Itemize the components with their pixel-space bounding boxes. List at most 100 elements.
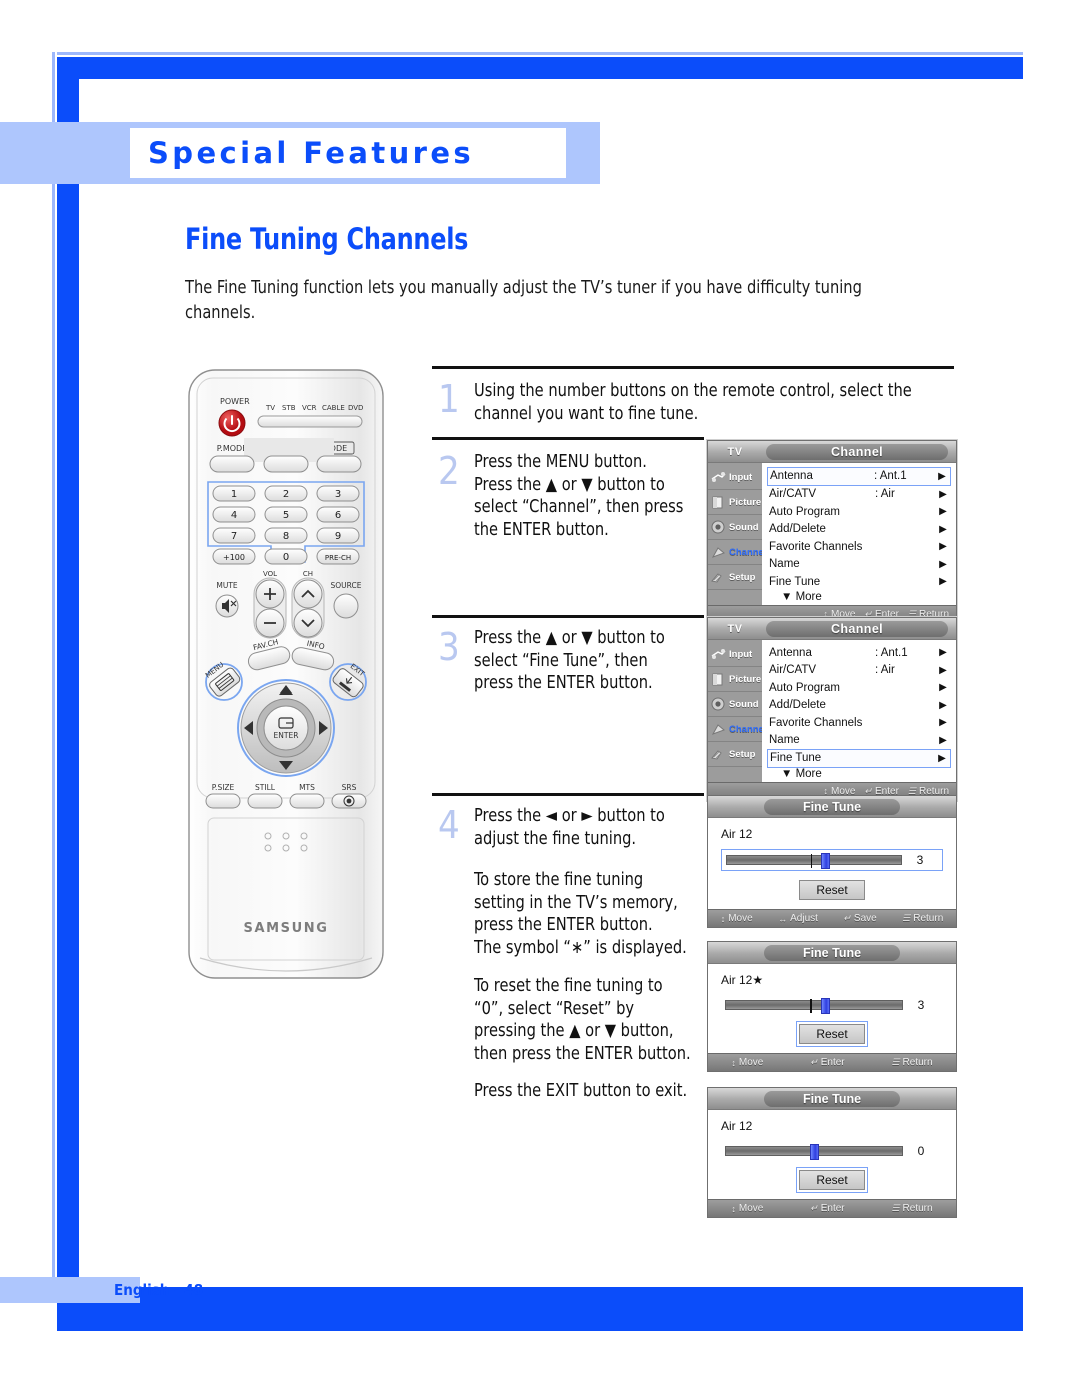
slider-thumb[interactable]	[821, 998, 831, 1014]
svg-text:P.SIZE: P.SIZE	[212, 783, 235, 792]
channel-icon	[710, 721, 727, 738]
row-name: Fine Tune	[770, 752, 822, 765]
row-name: Name	[769, 558, 800, 571]
osd-sidebar: Input Picture Sound Channel Setup	[708, 463, 766, 605]
step-3-number: 3	[438, 625, 460, 669]
fine-tune-titlebar: Fine Tune	[708, 1088, 956, 1110]
channel-label: Air 12	[721, 827, 753, 841]
osd-row-auto-program[interactable]: Auto Program ▶	[767, 503, 951, 521]
svg-text:STILL: STILL	[255, 783, 276, 792]
sidebar-item-setup[interactable]: Setup	[708, 742, 762, 767]
reset-button[interactable]: Reset	[796, 1167, 868, 1193]
hint-label: Return	[902, 1203, 933, 1214]
sidebar-item-picture[interactable]: Picture	[708, 667, 762, 692]
osd-row-name[interactable]: Name ▶	[767, 732, 951, 750]
row-name: Add/Delete	[769, 523, 826, 536]
osd-title-pill: Channel	[766, 621, 948, 637]
row-name: Favorite Channels	[769, 716, 863, 729]
osd-row-add-delete[interactable]: Add/Delete ▶	[767, 697, 951, 715]
reset-button[interactable]: Reset	[799, 880, 865, 900]
fine-tune-slider[interactable]: 3	[721, 849, 943, 871]
reset-button[interactable]: Reset	[796, 1021, 868, 1047]
slider-thumb[interactable]	[820, 853, 830, 869]
fine-tune-slider[interactable]: 0	[721, 1141, 943, 1161]
sidebar-item-setup[interactable]: Setup	[708, 565, 762, 590]
osd-titlebar: TV Channel	[708, 618, 956, 640]
osd-row-add-delete[interactable]: Add/Delete ▶	[767, 521, 951, 539]
sound-icon	[710, 696, 727, 713]
osd-row-air-catv[interactable]: Air/CATV : Air ▶	[767, 486, 951, 504]
channel-icon	[710, 544, 727, 561]
osd-row-antenna[interactable]: Antenna : Ant.1 ▶	[767, 644, 951, 662]
sidebar-item-input[interactable]: Input	[708, 642, 762, 667]
chevron-right-icon: ▶	[939, 664, 947, 676]
picture-icon	[710, 671, 727, 688]
fine-tune-panel-stored[interactable]: Fine Tune Air 12★ 3 Reset ↕ Move ↵ Enter ☰…	[707, 941, 957, 1072]
osd-row-favorite-channels[interactable]: Favorite Channels ▶	[767, 714, 951, 732]
enter-glyph: ↵	[810, 1203, 818, 1213]
reset-row: Reset	[721, 880, 943, 900]
fine-tune-panel-adjust[interactable]: Fine Tune Air 12 3 Reset ↕ Move ↔ Adjust ↵…	[707, 795, 957, 928]
channel-label: Air 12	[721, 1119, 753, 1133]
step-3-text: Press the ▲ or ▼ button to select “Fine …	[474, 628, 665, 693]
sidebar-label: Sound	[729, 698, 759, 710]
sidebar-item-channel[interactable]: Channel	[708, 540, 766, 565]
svg-text:STB: STB	[282, 404, 296, 412]
sidebar-item-input[interactable]: Input	[708, 465, 762, 490]
hint-move: ↕ Move	[731, 1057, 763, 1068]
row-name: Auto Program	[769, 681, 840, 694]
sidebar-item-picture[interactable]: Picture	[708, 490, 762, 515]
hint-return: ☰ Return	[891, 1203, 932, 1214]
osd-row-fine-tune[interactable]: Fine Tune ▶	[767, 749, 951, 768]
sidebar-label: Input	[729, 471, 753, 483]
osd-more-label[interactable]: ▼ More	[767, 591, 951, 603]
remote-control-illustration: POWER TV STB VCR CABLE DVD P.MODE S.MODE…	[186, 366, 386, 986]
hint-adjust: ↔ Adjust	[778, 913, 818, 924]
osd-row-auto-program[interactable]: Auto Program ▶	[767, 679, 951, 697]
sidebar-item-sound[interactable]: Sound	[708, 515, 762, 540]
step-2-text: Press the MENU button. Press the ▲ or ▼ …	[474, 452, 684, 540]
row-value: : Ant.1	[875, 646, 908, 659]
osd-titlebar: TV Channel	[708, 441, 956, 463]
hint-enter: ↵ Enter	[810, 1057, 844, 1068]
fine-tune-panel-reset[interactable]: Fine Tune Air 12 0 Reset ↕ Move ↵ Enter ☰ R…	[707, 1087, 957, 1218]
osd-row-favorite-channels[interactable]: Favorite Channels ▶	[767, 538, 951, 556]
svg-text:2: 2	[283, 489, 289, 500]
svg-text:6: 6	[335, 510, 341, 521]
osd-body: Input Picture Sound Channel Setup Antenn…	[708, 463, 956, 605]
sidebar-label: Picture	[729, 496, 762, 508]
hint-label: Move	[728, 913, 753, 924]
fine-tune-footer-hints: ↕ Move ↔ Adjust ↵ Save ☰ Return	[708, 909, 956, 927]
osd-channel-menu-fine-tune-selected[interactable]: TV Channel Input Picture Sound Channel S…	[707, 617, 957, 801]
osd-row-antenna[interactable]: Antenna : Ant.1 ▶	[767, 467, 951, 486]
setup-icon	[710, 569, 727, 586]
svg-text:VOL: VOL	[263, 570, 277, 578]
step-4-number: 4	[438, 803, 460, 847]
osd-row-air-catv[interactable]: Air/CATV : Air ▶	[767, 662, 951, 680]
slider-track[interactable]	[726, 853, 902, 869]
input-icon	[710, 646, 727, 663]
hint-label: Adjust	[790, 913, 818, 924]
chevron-right-icon: ▶	[938, 470, 946, 482]
svg-text:MUTE: MUTE	[216, 581, 238, 590]
hint-label: Move	[738, 1203, 764, 1214]
fine-tune-slider[interactable]: 3	[721, 995, 943, 1015]
sidebar-item-sound[interactable]: Sound	[708, 692, 762, 717]
osd-row-fine-tune[interactable]: Fine Tune ▶	[767, 573, 951, 591]
step-3-rule	[432, 615, 704, 618]
reset-row: Reset	[721, 1021, 943, 1047]
slider-thumb[interactable]	[810, 1144, 820, 1160]
osd-row-name[interactable]: Name ▶	[767, 556, 951, 574]
slider-track[interactable]	[725, 1144, 903, 1160]
svg-text:8: 8	[283, 531, 289, 542]
osd-more-label[interactable]: ▼ More	[767, 768, 951, 780]
chevron-right-icon: ▶	[939, 717, 947, 729]
footer-page-label: English - 48	[114, 1281, 204, 1299]
hint-label: Return	[913, 913, 944, 924]
sidebar-item-channel[interactable]: Channel	[708, 717, 766, 742]
svg-text:POWER: POWER	[220, 397, 250, 406]
slider-track[interactable]	[725, 998, 903, 1014]
slider-center-tick	[810, 854, 813, 868]
osd-channel-menu-antenna-selected[interactable]: TV Channel Input Picture Sound Channel S…	[707, 440, 957, 624]
chevron-right-icon: ▶	[938, 752, 946, 764]
